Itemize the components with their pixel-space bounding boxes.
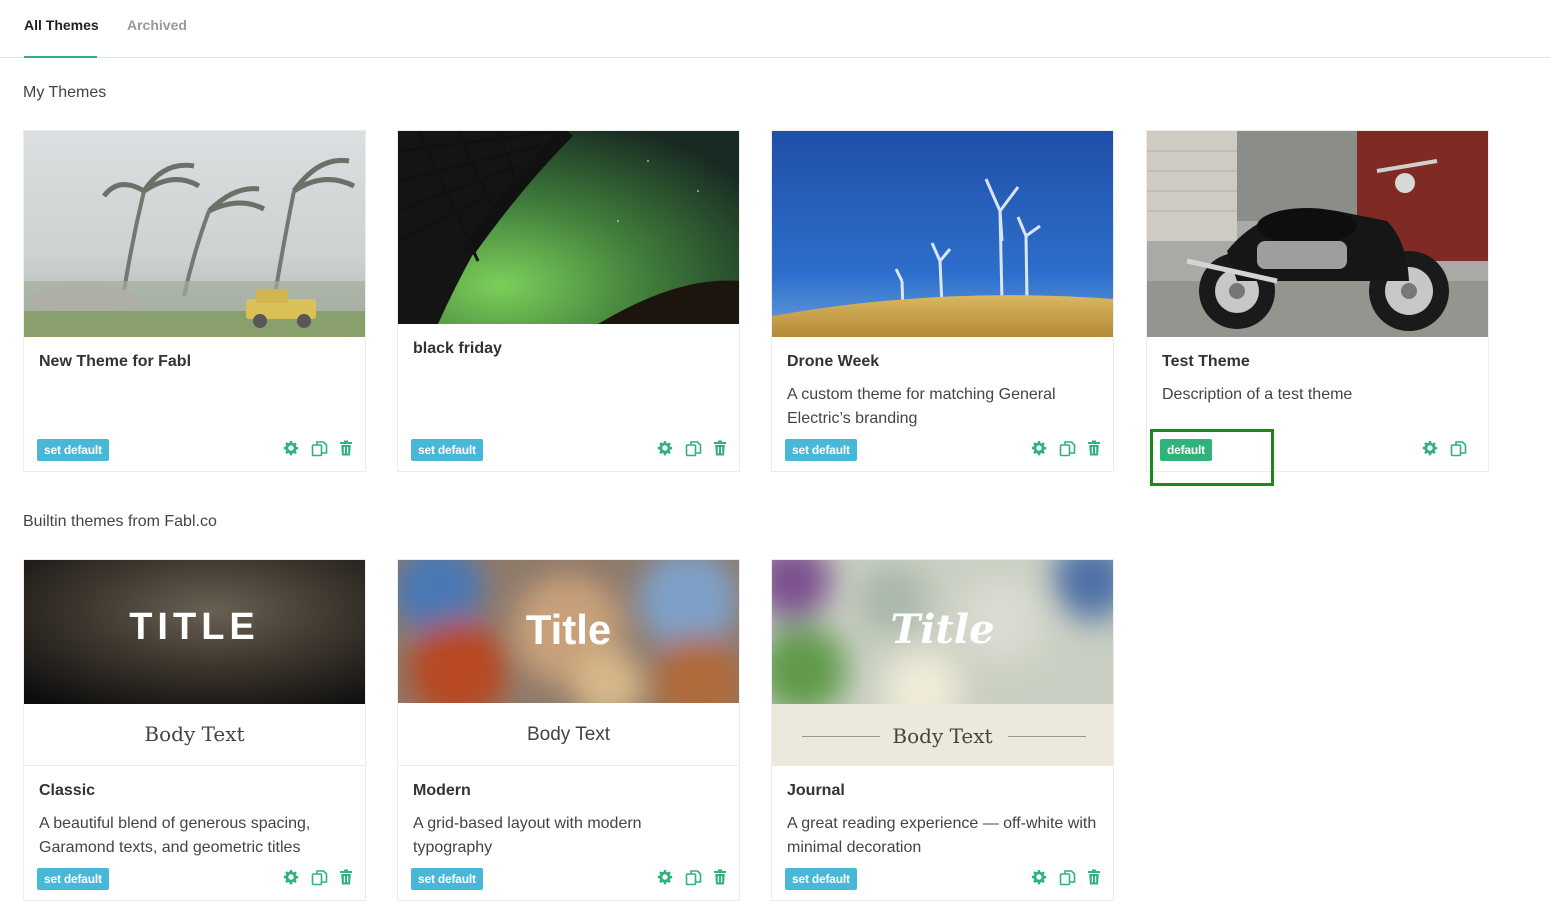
card-actions (1031, 440, 1103, 457)
theme-description: Description of a test theme (1162, 386, 1353, 403)
copy-icon[interactable] (311, 869, 328, 886)
theme-tabs: All Themes Archived (0, 0, 1550, 58)
trash-icon[interactable] (339, 440, 355, 456)
gear-icon[interactable] (1031, 869, 1047, 885)
trash-icon[interactable] (713, 869, 729, 885)
gear-icon[interactable] (283, 869, 299, 885)
preview-title: TITLE (129, 606, 260, 648)
gear-icon[interactable] (657, 869, 673, 885)
card-actions (1422, 440, 1467, 457)
theme-description: A beautiful blend of generous spacing, G… (39, 815, 311, 856)
card-actions (657, 440, 729, 457)
classic-preview: TITLE Body Text (24, 560, 365, 766)
motorcycle-image (1147, 131, 1488, 337)
trash-icon[interactable] (1087, 869, 1103, 885)
journal-preview: Title Body Text (772, 560, 1113, 766)
theme-card[interactable]: New Theme for Fabl set default (23, 130, 366, 472)
trash-icon[interactable] (339, 869, 355, 885)
preview-body-text: Body Text (892, 724, 993, 748)
tab-archived[interactable]: Archived (127, 17, 187, 33)
builtin-theme-card[interactable]: Title Body Text Journal A great reading … (771, 559, 1114, 901)
copy-icon[interactable] (311, 440, 328, 457)
gear-icon[interactable] (657, 440, 673, 456)
copy-icon[interactable] (1059, 440, 1076, 457)
copy-icon[interactable] (1450, 440, 1467, 457)
theme-name: Drone Week (787, 353, 880, 370)
theme-name: Modern (413, 782, 471, 799)
builtin-theme-card[interactable]: Title Body Text Modern A grid-based layo… (397, 559, 740, 901)
set-default-button[interactable]: set default (411, 868, 483, 890)
card-actions (283, 440, 355, 457)
gear-icon[interactable] (283, 440, 299, 456)
card-actions (657, 869, 729, 886)
theme-card[interactable]: Test Theme Description of a test theme d… (1146, 130, 1489, 472)
copy-icon[interactable] (685, 440, 702, 457)
theme-name: black friday (413, 340, 502, 357)
theme-description: A custom theme for matching General Elec… (787, 386, 1056, 427)
preview-body-text: Body Text (526, 724, 611, 745)
set-default-button[interactable]: set default (411, 439, 483, 461)
theme-name: Journal (787, 782, 845, 799)
storm-palm-trees-image (24, 131, 365, 337)
card-actions (283, 869, 355, 886)
trash-icon[interactable] (1087, 440, 1103, 456)
gear-icon[interactable] (1031, 440, 1047, 456)
copy-icon[interactable] (685, 869, 702, 886)
set-default-button[interactable]: set default (785, 439, 857, 461)
wind-turbines-image (772, 131, 1113, 337)
preview-title: Title (525, 606, 612, 653)
builtin-theme-card[interactable]: TITLE Body Text Classic A beautiful blen… (23, 559, 366, 901)
copy-icon[interactable] (1059, 869, 1076, 886)
builtin-themes-heading: Builtin themes from Fabl.co (23, 513, 217, 530)
set-default-button[interactable]: set default (37, 868, 109, 890)
preview-body-text: Body Text (144, 722, 245, 746)
my-themes-heading: My Themes (23, 84, 107, 101)
theme-name: New Theme for Fabl (39, 353, 192, 370)
set-default-button[interactable]: set default (37, 439, 109, 461)
active-tab-indicator (24, 56, 97, 58)
theme-name: Classic (39, 782, 96, 799)
theme-name: Test Theme (1162, 353, 1250, 370)
card-actions (1031, 869, 1103, 886)
tab-all-themes[interactable]: All Themes (24, 17, 99, 33)
gear-icon[interactable] (1422, 440, 1438, 456)
preview-title: Title (890, 606, 995, 653)
modern-preview: Title Body Text (398, 560, 739, 766)
theme-card[interactable]: Drone Week A custom theme for matching G… (771, 130, 1114, 472)
theme-description: A great reading experience — off-white w… (787, 815, 1097, 856)
set-default-button[interactable]: set default (785, 868, 857, 890)
aurora-bridge-image (398, 131, 739, 324)
default-badge: default (1160, 439, 1212, 461)
theme-description: A grid-based layout with modern typograp… (413, 815, 642, 856)
theme-card[interactable]: black friday set default (397, 130, 740, 472)
trash-icon[interactable] (713, 440, 729, 456)
